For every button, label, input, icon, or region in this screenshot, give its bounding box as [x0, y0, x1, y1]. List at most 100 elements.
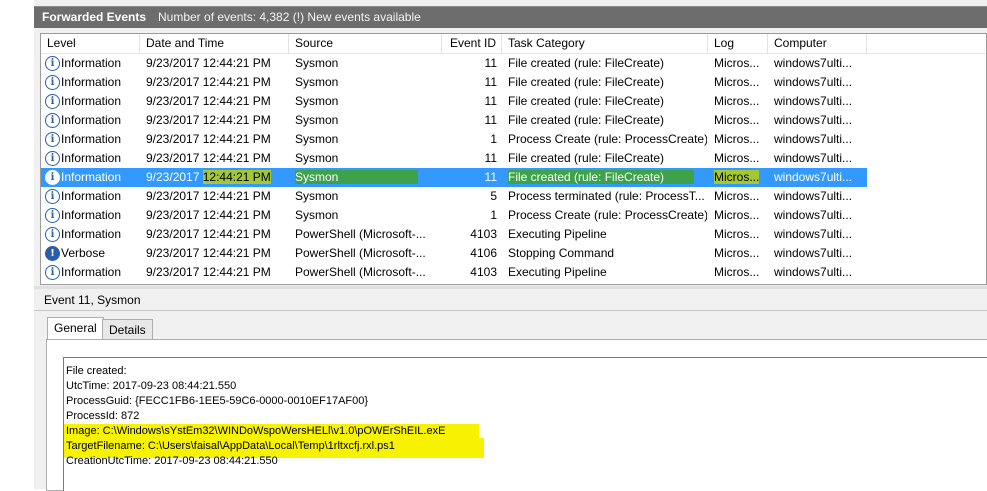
event-count: Number of events: 4,382 (!) New events a…: [158, 10, 421, 24]
column-task-category[interactable]: Task Category: [502, 34, 708, 53]
cell-level: Information: [61, 94, 122, 108]
info-icon: i: [45, 132, 60, 147]
cell-date: 9/23/2017 12:44:21 PM: [146, 56, 271, 70]
cell-log: Micros...: [714, 265, 760, 279]
cell-task: File created (rule: FileCreate): [508, 151, 665, 165]
cell-level: Information: [61, 56, 122, 70]
top-edge: [34, 0, 987, 6]
cell-event-id: 11: [484, 170, 497, 184]
cell-level: Information: [61, 265, 122, 279]
pane-splitter[interactable]: [34, 286, 987, 289]
detail-line: UtcTime: 2017-09-23 08:44:21.550: [66, 380, 237, 392]
cell-event-id: 11: [484, 151, 497, 165]
cell-date: 9/23/2017 12:44:21 PM: [146, 151, 271, 165]
cell-computer: windows7ulti...: [774, 132, 853, 146]
cell-computer: windows7ulti...: [774, 227, 853, 241]
detail-line: ProcessGuid: {FECC1FB6-1EE5-59C6-0000-00…: [66, 395, 369, 407]
column-computer[interactable]: Computer: [768, 34, 867, 53]
column-date[interactable]: Date and Time: [140, 34, 289, 53]
cell-computer: windows7ulti...: [774, 208, 853, 222]
cell-log: Micros...: [714, 170, 760, 184]
cell-log: Micros...: [714, 151, 760, 165]
cell-source: Sysmon: [295, 94, 339, 108]
cell-log: Micros...: [714, 189, 760, 203]
table-row[interactable]: i Information 9/23/2017 12:44:21 PM Sysmon 1…: [41, 149, 867, 168]
info-icon: i: [45, 208, 60, 223]
cell-event-id: 4103: [470, 227, 497, 241]
cell-event-id: 11: [484, 113, 497, 127]
table-row[interactable]: i Information 9/23/2017 12:44:21 PM Sysmon 1…: [41, 168, 867, 187]
table-row[interactable]: i Information 9/23/2017 12:44:21 PM Sysmon 5…: [41, 187, 867, 206]
cell-event-id: 4106: [470, 246, 497, 260]
column-source[interactable]: Source: [289, 34, 442, 53]
verbose-icon: !: [45, 246, 60, 261]
cell-event-id: 1: [490, 208, 497, 222]
cell-event-id: 4103: [470, 265, 497, 279]
cell-source: Sysmon: [295, 113, 339, 127]
cell-log: Micros...: [714, 132, 760, 146]
table-row[interactable]: i Information 9/23/2017 12:44:21 PM Sysmon 1…: [41, 206, 867, 225]
cell-task: File created (rule: FileCreate): [508, 94, 665, 108]
cell-computer: windows7ulti...: [774, 94, 853, 108]
cell-date: 9/23/2017 12:44:21 PM: [146, 227, 271, 241]
table-row[interactable]: i Information 9/23/2017 12:44:21 PM Sysmon 1…: [41, 54, 867, 73]
table-row[interactable]: i Information 9/23/2017 12:44:21 PM Sysmon 1…: [41, 111, 867, 130]
detail-line: ProcessId: 872: [66, 410, 140, 422]
detail-line: CreationUtcTime: 2017-09-23 08:44:21.550: [66, 455, 278, 467]
cell-level: Information: [61, 227, 122, 241]
divider: [34, 310, 987, 311]
cell-source: Sysmon: [295, 151, 339, 165]
cell-log: Micros...: [714, 113, 760, 127]
cell-date: 9/23/2017 12:44:21 PM: [146, 132, 271, 146]
cell-event-id: 1: [490, 132, 497, 146]
info-icon: i: [45, 189, 60, 204]
cell-source: Sysmon: [295, 75, 339, 89]
tab-general[interactable]: General: [47, 317, 104, 341]
cell-log: Micros...: [714, 246, 760, 260]
cell-event-id: 11: [484, 75, 497, 89]
column-level[interactable]: Level: [41, 34, 140, 53]
table-row[interactable]: i Information 9/23/2017 12:44:21 PM PowerSh…: [41, 263, 867, 282]
cell-date: 9/23/2017 12:44:21 PM: [146, 246, 271, 260]
cell-computer: windows7ulti...: [774, 56, 853, 70]
cell-event-id: 5: [490, 189, 497, 203]
detail-line-target: TargetFilename: C:\Users\faisal\AppData\…: [66, 440, 395, 452]
column-log[interactable]: Log: [708, 34, 768, 53]
tab-details[interactable]: Details: [102, 319, 153, 340]
cell-log: Micros...: [714, 75, 760, 89]
cell-source: PowerShell (Microsoft-...: [295, 246, 426, 260]
cell-source: Sysmon: [295, 132, 339, 146]
table-row[interactable]: i Information 9/23/2017 12:44:21 PM Sysmon 1…: [41, 92, 867, 111]
cell-date: 9/23/2017 12:44:21 PM: [146, 75, 271, 89]
info-icon: i: [45, 56, 60, 71]
cell-level: Information: [61, 208, 122, 222]
info-icon: i: [45, 94, 60, 109]
event-detail-title: Event 11, Sysmon: [44, 293, 141, 307]
events-list[interactable]: Level Date and Time Source Event ID Task…: [40, 33, 987, 285]
cell-level: Information: [61, 170, 122, 184]
cell-level: Information: [61, 189, 122, 203]
info-icon: i: [45, 227, 60, 242]
column-event-id[interactable]: Event ID: [442, 34, 502, 53]
cell-computer: windows7ulti...: [774, 265, 853, 279]
table-row[interactable]: i Information 9/23/2017 12:44:21 PM Sysmon 1…: [41, 73, 867, 92]
cell-date: 9/23/2017 12:44:21 PM: [146, 208, 271, 222]
cell-date: 9/23/2017 12:44:21 PM: [146, 189, 271, 203]
event-description[interactable]: File created: UtcTime: 2017-09-23 08:44:…: [63, 357, 987, 491]
cell-date: 9/23/2017 12:44:21 PM: [146, 94, 271, 108]
general-tab-panel: File created: UtcTime: 2017-09-23 08:44:…: [46, 339, 987, 491]
cell-date: 9/23/2017 12:44:21 PM: [146, 170, 271, 184]
cell-source: PowerShell (Microsoft-...: [295, 265, 426, 279]
log-title: Forwarded Events: [42, 10, 147, 24]
detail-line: File created:: [66, 365, 127, 377]
cell-event-id: 11: [484, 56, 497, 70]
cell-computer: windows7ulti...: [774, 189, 853, 203]
table-row[interactable]: i Information 9/23/2017 12:44:21 PM Sysmon 1…: [41, 130, 867, 149]
cell-log: Micros...: [714, 227, 760, 241]
table-row[interactable]: i Information 9/23/2017 12:44:21 PM PowerSh…: [41, 225, 867, 244]
event-viewer-pane: Forwarded Events Number of events: 4,382…: [34, 0, 987, 491]
table-row[interactable]: ! Verbose 9/23/2017 12:44:21 PM PowerShell …: [41, 244, 867, 263]
cell-task: Process Create (rule: ProcessCreate): [508, 132, 707, 146]
detail-line-image: Image: C:\Windows\sYstEm32\WINDoWspoWers…: [66, 425, 446, 437]
cell-task: Executing Pipeline: [508, 265, 607, 279]
